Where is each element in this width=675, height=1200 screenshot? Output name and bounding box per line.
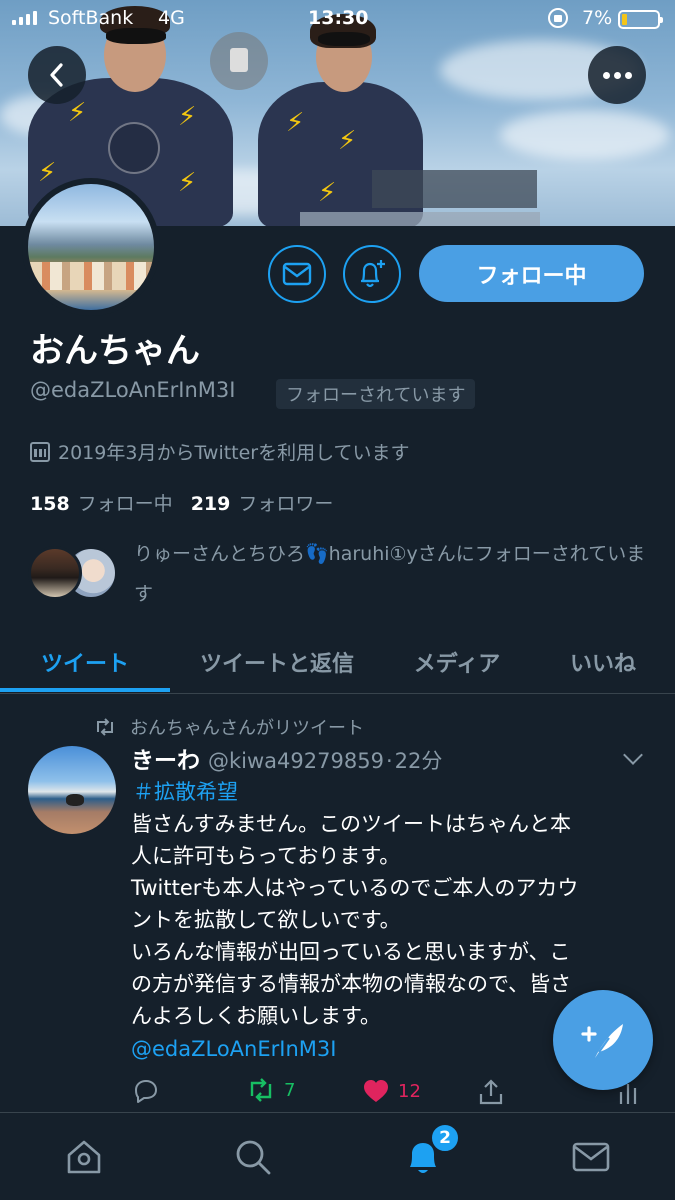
tab-likes[interactable]: いいね <box>548 630 658 694</box>
tweet-text-line: Twitterも本人はやっているのでご本人のアカウ <box>131 876 579 900</box>
search-icon <box>236 1140 271 1175</box>
tweet-author-avatar[interactable] <box>28 746 116 834</box>
tweet-text-line: 皆さんすみません。このツイートはちゃんと本 <box>131 812 571 836</box>
more-options-button[interactable] <box>588 46 646 104</box>
battery-percent: 7% <box>582 7 613 29</box>
active-tab-indicator <box>0 688 170 692</box>
tweet-text-line: ントを拡散して欲しいです。 <box>131 908 401 932</box>
profile-display-name: おんちゃん <box>30 331 200 371</box>
retweet-icon <box>250 1078 272 1102</box>
share-button[interactable] <box>478 1078 504 1106</box>
heart-icon <box>364 1080 388 1102</box>
reply-button[interactable] <box>132 1078 160 1104</box>
followed-by-text[interactable]: りゅーさんとちひろ👣haruhi①yさんにフォローされています <box>134 534 654 614</box>
notification-bell-button[interactable] <box>343 245 401 303</box>
tweet-text-line: 人に許可もらっております。 <box>131 844 401 868</box>
share-icon <box>479 1079 503 1105</box>
mail-icon <box>572 1142 610 1172</box>
tweet-separator: · <box>385 749 393 773</box>
tweet-author-name[interactable]: きーわ <box>131 741 200 775</box>
tweet-header: きーわ @kiwa49279859 · 22分 <box>131 741 442 775</box>
rotation-lock-icon <box>548 8 568 28</box>
nav-home[interactable] <box>60 1133 108 1181</box>
following-button[interactable]: フォロー中 <box>419 245 644 302</box>
bell-plus-icon <box>361 260 385 288</box>
bottom-navigation <box>0 1112 675 1200</box>
mutual-avatar <box>28 546 82 600</box>
retweet-button[interactable]: 7 <box>246 1078 295 1102</box>
chevron-left-icon <box>50 63 63 87</box>
profile-handle: @edaZLoAnErInM3I <box>30 378 236 402</box>
battery-icon <box>618 10 663 29</box>
followers-label: フォロワー <box>238 493 334 515</box>
feather-plus-icon <box>581 1024 623 1058</box>
tweet-actions: 7 12 <box>0 1078 675 1112</box>
tab-tweets[interactable]: ツイート <box>0 630 170 694</box>
following-link[interactable]: 158 フォロー中 <box>30 489 173 516</box>
signal-icon <box>12 11 37 25</box>
nav-messages[interactable] <box>567 1133 615 1181</box>
tweet-time: 22分 <box>394 749 443 773</box>
retweet-count: 7 <box>284 1079 296 1101</box>
carrier-name: SoftBank <box>48 7 134 29</box>
chevron-down-icon[interactable] <box>623 745 643 765</box>
join-date-text: 2019年3月からTwitterを利用しています <box>58 442 410 464</box>
compose-tweet-button[interactable] <box>553 990 653 1090</box>
follow-counts: 158 フォロー中 219 フォロワー <box>30 489 333 516</box>
retweet-icon <box>97 718 113 736</box>
tab-tweets-and-replies[interactable]: ツイートと返信 <box>180 630 374 694</box>
mail-icon <box>282 262 312 286</box>
join-date: 2019年3月からTwitterを利用しています <box>30 438 410 465</box>
direct-message-button[interactable] <box>268 245 326 303</box>
nav-search[interactable] <box>229 1133 277 1181</box>
retweet-context: おんちゃんさんがリツイート <box>94 714 364 740</box>
clock: 13:30 <box>308 7 369 29</box>
tweet-hashtag[interactable]: ＃拡散希望 <box>133 776 238 806</box>
network-type: 4G <box>158 7 185 29</box>
tweet-text-line: いろんな情報が出回っていると思いますが、こ <box>131 940 571 964</box>
notification-badge: 2 <box>430 1123 460 1153</box>
follows-you-badge: フォローされています <box>276 379 476 409</box>
followers-count: 219 <box>190 493 231 515</box>
reply-icon <box>135 1080 157 1103</box>
retweeted-by-text: おんちゃんさんがリツイート <box>130 718 364 739</box>
home-icon <box>67 1140 101 1174</box>
tab-media[interactable]: メディア <box>396 630 518 694</box>
following-label: フォロー中 <box>77 493 173 515</box>
like-count: 12 <box>398 1080 421 1102</box>
tweet-author-handle: @kiwa49279859 <box>208 749 384 773</box>
calendar-icon <box>30 441 50 462</box>
tweet-text-line: の方が発信する情報が本物の情報なので、皆さ <box>131 972 572 996</box>
profile-tabs: ツイート ツイートと返信 メディア いいね <box>0 630 675 694</box>
more-horizontal-icon <box>602 71 632 79</box>
following-count: 158 <box>30 493 70 515</box>
status-bar: SoftBank 4G 13:30 7% <box>0 0 675 38</box>
tweet-mention[interactable]: @edaZLoAnErInM3I <box>131 1037 336 1061</box>
followers-link[interactable]: 219 フォロワー <box>191 489 334 516</box>
back-button[interactable] <box>28 46 86 104</box>
tweet-text: 皆さんすみません。このツイートはちゃんと本 人に許可もらっております。 Twit… <box>131 808 641 1032</box>
like-button[interactable]: 12 <box>362 1078 421 1104</box>
profile-avatar[interactable] <box>22 178 160 316</box>
banner-overlay-icon <box>210 32 268 90</box>
